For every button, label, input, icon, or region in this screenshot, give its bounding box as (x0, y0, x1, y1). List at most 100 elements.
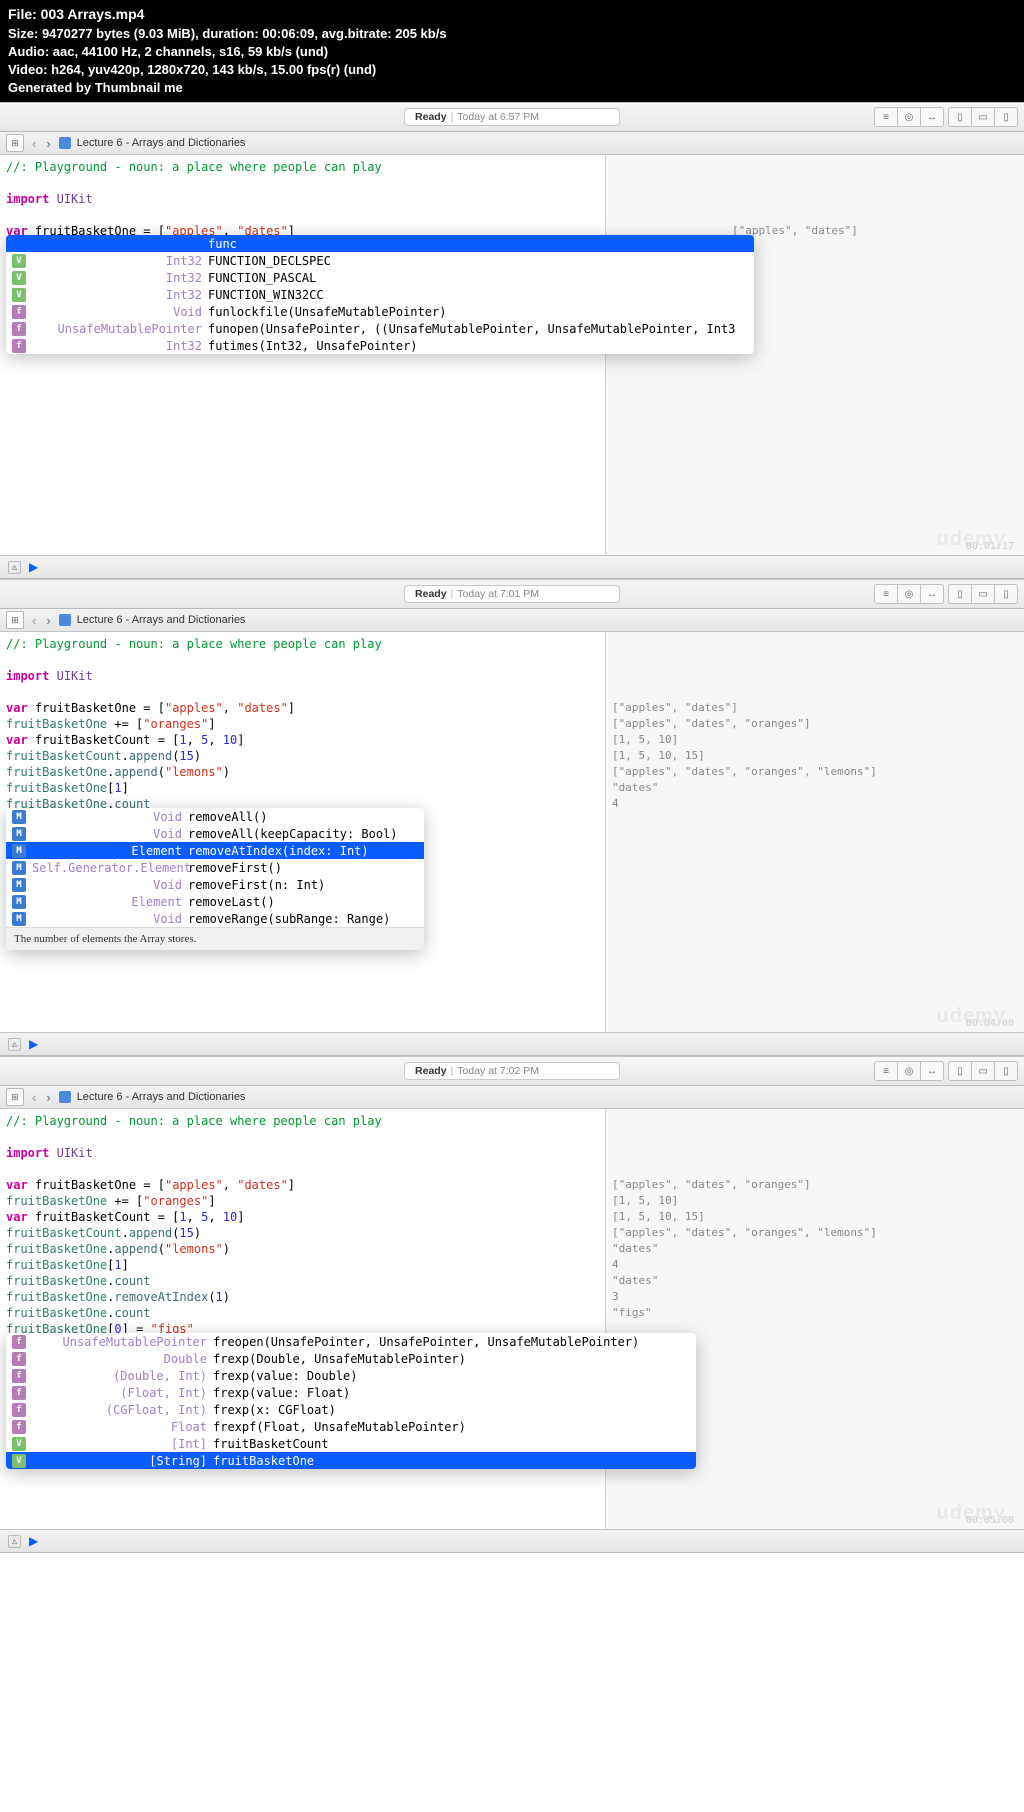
xcode-frame: Ready|Today at 7:01 PM ≡◎↔▯▭▯ ⊞ ‹ › Lect… (0, 579, 1024, 1056)
autocomplete-popup[interactable]: f UnsafeMutablePointerfreopen(UnsafePoint… (6, 1333, 696, 1469)
status-time: Today at 7:02 PM (457, 1065, 539, 1077)
toggle-left-panel-icon[interactable]: ▯ (949, 585, 972, 603)
standard-editor-icon[interactable]: ≡ (875, 108, 898, 126)
assistant-editor-icon[interactable]: ◎ (898, 108, 921, 126)
video-info-header: File: 003 Arrays.mp4 Size: 9470277 bytes… (0, 0, 1024, 102)
nav-forward-icon[interactable]: › (44, 613, 52, 628)
return-type: Void (32, 911, 188, 927)
toggle-right-panel-icon[interactable]: ▯ (995, 108, 1017, 126)
breadcrumb[interactable]: Lecture 6 - Arrays and Dictionaries (77, 1091, 246, 1103)
toggle-right-panel-icon[interactable]: ▯ (995, 1062, 1017, 1080)
code-editor[interactable]: //: Playground - noun: a place where peo… (0, 155, 605, 555)
autocomplete-popup[interactable]: funcVInt32FUNCTION_DECLSPECVInt32FUNCTIO… (6, 235, 754, 354)
autocomplete-popup[interactable]: MVoidremoveAll()MVoidremoveAll(keepCapac… (6, 808, 424, 950)
size-line: Size: 9470277 bytes (9.03 MiB), duration… (8, 25, 1016, 43)
autocomplete-item[interactable]: V[Int]fruitBasketCount (6, 1435, 696, 1452)
doc-icon (59, 614, 71, 626)
toggle-left-panel-icon[interactable]: ▯ (949, 1062, 972, 1080)
standard-editor-icon[interactable]: ≡ (875, 585, 898, 603)
toolbar-icon-group: ≡◎↔ (874, 107, 944, 127)
completion-name: funlockfile(UnsafeMutablePointer) (208, 304, 446, 320)
play-icon[interactable]: ▶ (29, 1037, 38, 1051)
status-time: Today at 7:01 PM (457, 588, 539, 600)
jump-bar-icon[interactable]: ⊞ (6, 611, 24, 629)
autocomplete-item[interactable]: MVoidremoveAll() (6, 808, 424, 825)
toggle-left-panel-icon[interactable]: ▯ (949, 108, 972, 126)
nav-forward-icon[interactable]: › (44, 1090, 52, 1105)
jump-bar-icon[interactable]: ⊞ (6, 1088, 24, 1106)
return-type: Self.Generator.Element (32, 860, 188, 876)
status-ready: Ready (415, 1065, 447, 1077)
return-type: Double (32, 1351, 213, 1367)
assistant-editor-icon[interactable]: ◎ (898, 585, 921, 603)
standard-editor-icon[interactable]: ≡ (875, 1062, 898, 1080)
console-toggle-icon[interactable]: ▵ (8, 1038, 21, 1051)
toggle-right-panel-icon[interactable]: ▯ (995, 585, 1017, 603)
autocomplete-item[interactable]: fInt32futimes(Int32, UnsafePointer) (6, 337, 754, 354)
toggle-bottom-panel-icon[interactable]: ▭ (972, 585, 995, 603)
audio-line: Audio: aac, 44100 Hz, 2 channels, s16, 5… (8, 43, 1016, 61)
console-toggle-icon[interactable]: ▵ (8, 561, 21, 574)
autocomplete-item[interactable]: fUnsafeMutablePointerfunopen(UnsafePoint… (6, 320, 754, 337)
autocomplete-item[interactable]: VInt32FUNCTION_WIN32CC (6, 286, 754, 303)
completion-name: removeFirst(n: Int) (188, 877, 325, 893)
kind-badge: M (12, 878, 26, 892)
kind-badge: M (12, 895, 26, 909)
autocomplete-item[interactable]: fFloatfrexpf(Float, UnsafeMutablePointer… (6, 1418, 696, 1435)
autocomplete-item[interactable]: MVoidremoveFirst(n: Int) (6, 876, 424, 893)
nav-back-icon[interactable]: ‹ (30, 136, 38, 151)
autocomplete-item[interactable]: func (6, 235, 754, 252)
completion-name: freopen(UnsafePointer, UnsafePointer, Un… (213, 1334, 639, 1350)
nav-forward-icon[interactable]: › (44, 136, 52, 151)
code-editor[interactable]: //: Playground - noun: a place where peo… (0, 632, 605, 1032)
play-icon[interactable]: ▶ (29, 1534, 38, 1548)
autocomplete-item[interactable]: V[String]fruitBasketOne (6, 1452, 696, 1469)
play-icon[interactable]: ▶ (29, 560, 38, 574)
toolbar-icon-group: ≡◎↔ (874, 584, 944, 604)
return-type: UnsafeMutablePointer (32, 1334, 213, 1350)
jump-bar-icon[interactable]: ⊞ (6, 134, 24, 152)
return-type: (Double, Int) (32, 1368, 213, 1384)
nav-back-icon[interactable]: ‹ (30, 1090, 38, 1105)
kind-badge: V (12, 271, 26, 285)
autocomplete-item[interactable]: MElementremoveAtIndex(index: Int) (6, 842, 424, 859)
breadcrumb[interactable]: Lecture 6 - Arrays and Dictionaries (77, 614, 246, 626)
completion-name: removeFirst() (188, 860, 282, 876)
version-editor-icon[interactable]: ↔ (921, 108, 943, 126)
kind-badge: f (12, 1420, 26, 1434)
autocomplete-item[interactable]: MElementremoveLast() (6, 893, 424, 910)
autocomplete-item[interactable]: f(Double, Int)frexp(value: Double) (6, 1367, 696, 1384)
code-editor[interactable]: //: Playground - noun: a place where peo… (0, 1109, 605, 1529)
breadcrumb[interactable]: Lecture 6 - Arrays and Dictionaries (77, 137, 246, 149)
assistant-editor-icon[interactable]: ◎ (898, 1062, 921, 1080)
autocomplete-item[interactable]: MVoidremoveRange(subRange: Range) (6, 910, 424, 927)
autocomplete-item[interactable]: f(CGFloat, Int)frexp(x: CGFloat) (6, 1401, 696, 1418)
kind-badge: M (12, 844, 26, 858)
autocomplete-item[interactable]: MSelf.Generator.ElementremoveFirst() (6, 859, 424, 876)
autocomplete-item[interactable]: fDoublefrexp(Double, UnsafeMutablePointe… (6, 1350, 696, 1367)
toolbar-icon-group: ▯▭▯ (948, 584, 1018, 604)
autocomplete-item[interactable]: f(Float, Int)frexp(value: Float) (6, 1384, 696, 1401)
autocomplete-item[interactable]: MVoidremoveAll(keepCapacity: Bool) (6, 825, 424, 842)
nav-back-icon[interactable]: ‹ (30, 613, 38, 628)
kind-badge: M (12, 912, 26, 926)
video-line: Video: h264, yuv420p, 1280x720, 143 kb/s… (8, 61, 1016, 79)
timestamp: 00:01:17 (966, 541, 1014, 552)
editor-area: //: Playground - noun: a place where peo… (0, 155, 1024, 555)
toggle-bottom-panel-icon[interactable]: ▭ (972, 1062, 995, 1080)
completion-name: frexp(Double, UnsafeMutablePointer) (213, 1351, 466, 1367)
console-toggle-icon[interactable]: ▵ (8, 1535, 21, 1548)
completion-name: frexpf(Float, UnsafeMutablePointer) (213, 1419, 466, 1435)
autocomplete-item[interactable]: VInt32FUNCTION_PASCAL (6, 269, 754, 286)
autocomplete-item[interactable]: fUnsafeMutablePointerfreopen(UnsafePoint… (6, 1333, 696, 1350)
autocomplete-item[interactable]: VInt32FUNCTION_DECLSPEC (6, 252, 754, 269)
kind-badge: M (12, 827, 26, 841)
version-editor-icon[interactable]: ↔ (921, 1062, 943, 1080)
toggle-bottom-panel-icon[interactable]: ▭ (972, 108, 995, 126)
return-type: Void (32, 304, 208, 320)
autocomplete-doc: The number of elements the Array stores. (6, 927, 424, 950)
autocomplete-item[interactable]: fVoidfunlockfile(UnsafeMutablePointer) (6, 303, 754, 320)
completion-name: futimes(Int32, UnsafePointer) (208, 338, 418, 354)
toolbar-icon-group: ▯▭▯ (948, 107, 1018, 127)
version-editor-icon[interactable]: ↔ (921, 585, 943, 603)
